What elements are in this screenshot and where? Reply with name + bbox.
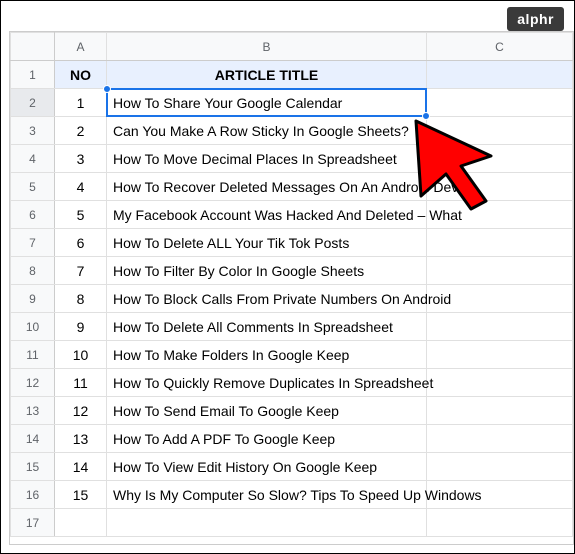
row-header[interactable]: 16 (11, 481, 55, 509)
row-header[interactable]: 2 (11, 89, 55, 117)
cell-b2-selected[interactable]: How To Share Your Google Calendar (107, 89, 427, 117)
cell[interactable]: 11 (55, 369, 107, 397)
cell[interactable]: How To Block Calls From Private Numbers … (107, 285, 427, 313)
brand-logo: alphr (507, 7, 564, 31)
cell[interactable]: 8 (55, 285, 107, 313)
col-header-c[interactable]: C (427, 33, 573, 61)
cell-c2[interactable] (427, 89, 573, 117)
cell[interactable]: How To Delete All Comments In Spreadshee… (107, 313, 427, 341)
col-header-a[interactable]: A (55, 33, 107, 61)
cell[interactable] (427, 425, 573, 453)
cell-a2[interactable]: 1 (55, 89, 107, 117)
row-header[interactable]: 8 (11, 257, 55, 285)
cell[interactable]: How To Make Folders In Google Keep (107, 341, 427, 369)
cell[interactable] (427, 397, 573, 425)
spreadsheet[interactable]: A B C 1 NO ARTICLE TITLE 2 1 How To Shar… (9, 31, 574, 545)
cell[interactable] (427, 145, 573, 173)
cell[interactable] (427, 117, 573, 145)
cell[interactable]: 5 (55, 201, 107, 229)
row-header[interactable]: 3 (11, 117, 55, 145)
row-header[interactable]: 17 (11, 509, 55, 537)
cell[interactable]: How To Quickly Remove Duplicates In Spre… (107, 369, 427, 397)
cell-c1[interactable] (427, 61, 573, 89)
cell[interactable]: My Facebook Account Was Hacked And Delet… (107, 201, 427, 229)
row-header[interactable]: 9 (11, 285, 55, 313)
cell[interactable]: 7 (55, 257, 107, 285)
row-header[interactable]: 4 (11, 145, 55, 173)
cell[interactable]: 13 (55, 425, 107, 453)
row-header[interactable]: 1 (11, 61, 55, 89)
selection-handle-tl[interactable] (103, 85, 111, 93)
row-header[interactable]: 7 (11, 229, 55, 257)
col-header-b[interactable]: B (107, 33, 427, 61)
cell[interactable]: Can You Make A Row Sticky In Google Shee… (107, 117, 427, 145)
cell[interactable]: 4 (55, 173, 107, 201)
cell[interactable]: 3 (55, 145, 107, 173)
cell[interactable]: 15 (55, 481, 107, 509)
cell[interactable] (427, 201, 573, 229)
cell[interactable]: How To Filter By Color In Google Sheets (107, 257, 427, 285)
cell[interactable] (55, 509, 107, 537)
selection-handle-br[interactable] (422, 112, 430, 120)
cell[interactable]: 12 (55, 397, 107, 425)
cell[interactable]: 14 (55, 453, 107, 481)
cell[interactable] (107, 509, 427, 537)
cell[interactable] (427, 369, 573, 397)
cell-b1[interactable]: ARTICLE TITLE (107, 61, 427, 89)
row-header[interactable]: 5 (11, 173, 55, 201)
cell[interactable] (427, 453, 573, 481)
row-header[interactable]: 10 (11, 313, 55, 341)
cell[interactable]: How To Send Email To Google Keep (107, 397, 427, 425)
cell[interactable]: How To Add A PDF To Google Keep (107, 425, 427, 453)
row-header[interactable]: 11 (11, 341, 55, 369)
cell[interactable] (427, 341, 573, 369)
cell[interactable]: How To Recover Deleted Messages On An An… (107, 173, 427, 201)
row-header[interactable]: 15 (11, 453, 55, 481)
cell[interactable]: 10 (55, 341, 107, 369)
cell[interactable]: Why Is My Computer So Slow? Tips To Spee… (107, 481, 427, 509)
cell[interactable]: How To Move Decimal Places In Spreadshee… (107, 145, 427, 173)
select-all-corner[interactable] (11, 33, 55, 61)
cell[interactable] (427, 257, 573, 285)
cell[interactable] (427, 313, 573, 341)
cell[interactable]: 6 (55, 229, 107, 257)
cell[interactable]: How To Delete ALL Your Tik Tok Posts (107, 229, 427, 257)
row-header[interactable]: 6 (11, 201, 55, 229)
row-header[interactable]: 13 (11, 397, 55, 425)
cell[interactable] (427, 173, 573, 201)
row-header[interactable]: 14 (11, 425, 55, 453)
cell[interactable]: 2 (55, 117, 107, 145)
cell[interactable]: How To View Edit History On Google Keep (107, 453, 427, 481)
cell[interactable] (427, 481, 573, 509)
cell[interactable] (427, 229, 573, 257)
cell[interactable] (427, 509, 573, 537)
cell[interactable] (427, 285, 573, 313)
cell[interactable]: 9 (55, 313, 107, 341)
row-header[interactable]: 12 (11, 369, 55, 397)
cell-a1[interactable]: NO (55, 61, 107, 89)
